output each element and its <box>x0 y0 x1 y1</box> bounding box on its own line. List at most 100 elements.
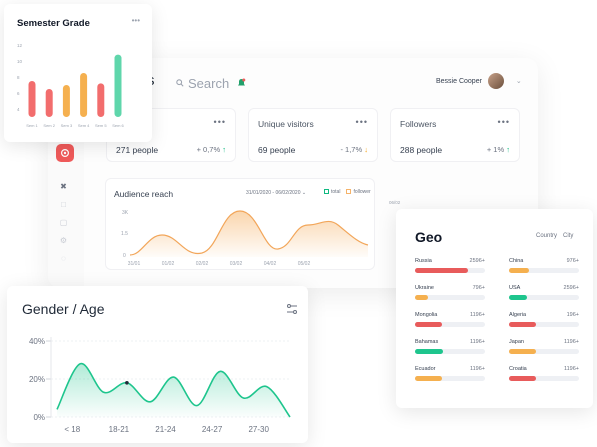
x-tick: 05/02 <box>298 261 311 267</box>
geo-value: 2596+ <box>563 285 579 291</box>
x-ticks: 31/01 01/02 02/02 03/02 04/02 05/02 <box>128 261 311 267</box>
geo-bar-track <box>415 322 485 327</box>
y-tick: 0% <box>33 413 45 422</box>
geo-tabs: Country City <box>536 233 573 239</box>
geo-bar-track <box>509 376 579 381</box>
search-bar[interactable]: Search <box>176 74 229 92</box>
y-tick: 12 <box>17 43 23 48</box>
date-label: 06/02 <box>389 200 401 205</box>
more-icon[interactable]: ••• <box>498 117 510 127</box>
semester-grade-card: Semester Grade ••• 12 10 8 6 4 Sem 1 Sem 2 Sem … <box>4 4 152 142</box>
nav-icon[interactable]: ◌ <box>59 254 68 263</box>
geo-bar-track <box>509 268 579 273</box>
geo-card: Geo Country City Russia 2596+ Ukraine 796+ M… <box>396 209 593 408</box>
x-tick: 01/02 <box>162 261 175 267</box>
logo-icon[interactable] <box>56 144 74 162</box>
geo-bar-fill <box>509 376 536 381</box>
geo-name: Croatia <box>509 366 527 372</box>
geo-name: USA <box>509 285 521 291</box>
nav-icon[interactable]: □ <box>59 200 68 209</box>
geo-value: 976+ <box>566 258 579 264</box>
geo-bar-track <box>509 295 579 300</box>
stat-delta: - 1,7% ↓ <box>340 145 368 154</box>
x-tick: 27-30 <box>248 425 269 434</box>
x-tick: 31/01 <box>128 261 141 267</box>
geo-value: 1196+ <box>469 366 485 372</box>
user-menu[interactable]: Bessie Cooper ⌄ <box>436 73 522 89</box>
tab-country[interactable]: Country <box>536 233 557 239</box>
semester-grade-chart: 12 10 8 6 4 Sem 1 Sem 2 Sem 3 Sem 4 Sem 5 Sem 6 <box>17 43 125 128</box>
geo-bar-fill <box>415 322 442 327</box>
bar <box>80 73 88 117</box>
bar <box>114 54 122 117</box>
y-tick: 0 <box>123 253 126 259</box>
geo-value: 1196+ <box>469 339 485 345</box>
geo-name: Russia <box>415 258 432 264</box>
audience-reach-chart: 3K 1.5 0 31/01 01/02 02/02 03/02 04/02 05/02 <box>121 210 369 267</box>
bar <box>45 89 53 117</box>
geo-name: Mongolia <box>415 312 438 318</box>
nav-icon[interactable]: ▢ <box>59 218 68 227</box>
bell-icon[interactable] <box>237 75 246 93</box>
settings-icon[interactable]: ⚙ <box>59 236 68 245</box>
geo-value: 1196+ <box>563 339 579 345</box>
geo-bar-fill <box>415 349 443 354</box>
gender-age-card: Gender / Age 40% 20% 0% < 18 18-21 21-24 24-27… <box>7 286 308 443</box>
geo-bar-track <box>415 376 485 381</box>
geo-name: Ukraine <box>415 285 434 291</box>
y-tick: 10 <box>17 59 23 64</box>
x-tick: Sem 1 <box>26 123 38 128</box>
data-point <box>125 381 129 385</box>
search-input[interactable]: Search <box>188 76 229 91</box>
bar <box>28 81 36 117</box>
geo-name: Ecuador <box>415 366 436 372</box>
geo-bar-fill <box>415 295 428 300</box>
x-tick: 02/02 <box>196 261 209 267</box>
stat-title: Followers <box>400 119 437 129</box>
geo-row: Mongolia 1196+ <box>415 312 485 328</box>
audience-reach-card: Audience reach 31/01/2020 - 06/02/2020 ⌄… <box>105 178 375 270</box>
geo-bar-fill <box>509 268 529 273</box>
stat-value: 69 people <box>258 145 296 155</box>
y-tick: 3K <box>122 210 129 216</box>
x-tick: 18-21 <box>109 425 130 434</box>
avatar <box>487 73 504 89</box>
stat-delta: + 0,7% ↑ <box>196 145 226 154</box>
bar <box>97 83 105 117</box>
user-name: Bessie Cooper <box>436 77 482 85</box>
stat-title: Unique visitors <box>258 119 314 129</box>
geo-row: Russia 2596+ <box>415 258 485 274</box>
geo-title: Geo <box>415 229 443 245</box>
geo-bar-fill <box>509 349 536 354</box>
geo-row: Ukraine 796+ <box>415 285 485 301</box>
x-tick: < 18 <box>64 425 80 434</box>
area-fill <box>57 363 290 417</box>
geo-row: Bahamas 1196+ <box>415 339 485 355</box>
geo-name: Bahamas <box>415 339 439 345</box>
arrow-down-icon: ↓ <box>364 145 368 154</box>
more-icon[interactable]: ••• <box>356 117 368 127</box>
tab-city[interactable]: City <box>563 233 573 239</box>
geo-bar-fill <box>415 268 468 273</box>
more-icon[interactable]: ••• <box>214 117 226 127</box>
geo-row: China 976+ <box>509 258 579 274</box>
close-icon[interactable]: ✖ <box>59 182 68 191</box>
geo-value: 196+ <box>566 312 579 318</box>
y-tick: 4 <box>17 107 20 112</box>
x-tick: Sem 2 <box>43 123 55 128</box>
stat-card: Followers ••• 288 people + 1% ↑ <box>390 108 520 162</box>
geo-name: Japan <box>509 339 524 345</box>
search-icon <box>176 74 184 92</box>
y-tick: 1.5 <box>121 231 128 237</box>
stat-card: Unique visitors ••• 69 people - 1,7% ↓ <box>248 108 378 162</box>
x-tick: 24-27 <box>202 425 223 434</box>
geo-value: 2596+ <box>469 258 485 264</box>
y-tick: 6 <box>17 91 20 96</box>
x-tick: 03/02 <box>230 261 243 267</box>
geo-name: Algeria <box>509 312 527 318</box>
x-tick: Sem 3 <box>61 123 73 128</box>
x-tick: 21-24 <box>155 425 176 434</box>
geo-row: Japan 1196+ <box>509 339 579 355</box>
x-tick: Sem 5 <box>95 123 107 128</box>
geo-row: USA 2596+ <box>509 285 579 301</box>
